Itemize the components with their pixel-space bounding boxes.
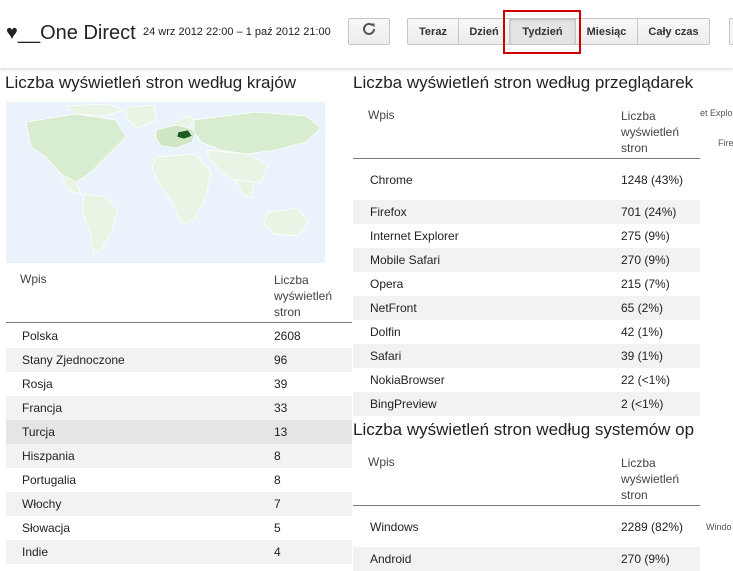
overflow-button[interactable]	[729, 18, 733, 45]
row-label: Windows	[370, 520, 419, 534]
row-value: 7	[274, 492, 352, 516]
range-month-button[interactable]: Miesiąc	[575, 18, 638, 45]
row-value: 2608	[274, 329, 301, 343]
table-row[interactable]: Opera 215 (7%)	[353, 272, 700, 296]
world-map[interactable]	[6, 102, 325, 263]
row-label: BingPreview	[353, 392, 621, 416]
column-header-entry[interactable]: Wpis	[353, 455, 621, 505]
table-row[interactable]: Stany Zjednoczone 96	[6, 348, 352, 372]
column-header-views[interactable]: Liczba wyświetleń stron	[621, 108, 700, 158]
table-row[interactable]: Internet Explorer 275 (9%)	[353, 224, 700, 248]
row-value: 701 (24%)	[621, 200, 700, 224]
table-row[interactable]: Chrome 1248 (43%)	[353, 160, 700, 200]
refresh-icon	[361, 21, 377, 42]
row-label: Safari	[353, 344, 621, 368]
table-row[interactable]: Safari 39 (1%)	[353, 344, 700, 368]
date-range: 24 wrz 2012 22:00 – 1 paź 2012 21:00	[143, 26, 331, 38]
row-value: 33	[274, 396, 352, 420]
row-value: 2289 (82%)	[621, 520, 684, 534]
row-label: Turcja	[6, 420, 274, 444]
browsers-table: Wpis Liczba wyświetleń stron Chrome 1248 …	[353, 108, 700, 416]
row-value: 2 (<1%)	[621, 392, 700, 416]
row-value: 13	[274, 420, 352, 444]
table-row[interactable]: Dolfin 42 (1%)	[353, 320, 700, 344]
row-value: 270 (9%)	[621, 547, 700, 571]
table-row[interactable]: Android 270 (9%)	[353, 547, 700, 571]
table-row[interactable]: Indie 4	[6, 540, 352, 564]
range-now-button[interactable]: Teraz	[407, 18, 459, 45]
browsers-pie-label-ie: et Explo	[700, 108, 733, 118]
row-label: Rosja	[22, 377, 53, 391]
table-row[interactable]: Turcja 13	[6, 420, 352, 444]
row-value: 1248 (43%)	[621, 173, 684, 187]
row-label: Hiszpania	[6, 444, 274, 468]
row-label: Indie	[6, 540, 274, 564]
table-row[interactable]: Hiszpania 8	[6, 444, 352, 468]
row-label: Włochy	[6, 492, 274, 516]
browsers-title: Liczba wyświetleń stron według przegląda…	[353, 73, 694, 92]
browsers-pie-label-firefox: Fire	[718, 138, 733, 148]
row-label: Portugalia	[22, 473, 77, 487]
row-label: Dolfin	[370, 325, 401, 339]
row-label: NetFront	[353, 296, 621, 320]
column-header-views[interactable]: Liczba wyświetleń stron	[621, 455, 700, 505]
range-week-button[interactable]: Tydzień	[509, 18, 576, 45]
row-value: 39	[274, 377, 288, 391]
table-row[interactable]: Firefox 701 (24%)	[353, 200, 700, 224]
row-label: NokiaBrowser	[370, 373, 445, 387]
row-value: 275 (9%)	[621, 229, 670, 243]
os-title: Liczba wyświetleń stron według systemów …	[353, 420, 695, 439]
row-value: 8	[274, 444, 352, 468]
row-label: Firefox	[353, 200, 621, 224]
row-label: Stany Zjednoczone	[6, 348, 274, 372]
table-row[interactable]: Rosja 39	[6, 372, 352, 396]
os-table: Wpis Liczba wyświetleń stron Windows 2289…	[353, 455, 700, 571]
os-pie-label-windows: Windo	[706, 522, 732, 532]
table-row[interactable]: Portugalia 8	[6, 468, 352, 492]
column-header-entry[interactable]: Wpis	[6, 270, 274, 322]
countries-title: Liczba wyświetleń stron według krajów	[5, 73, 297, 92]
range-day-button[interactable]: Dzień	[458, 18, 510, 45]
range-all-time-button[interactable]: Cały czas	[637, 18, 710, 45]
table-row[interactable]: Słowacja 5	[6, 516, 352, 540]
row-label: Chrome	[370, 173, 413, 187]
blog-title[interactable]: ♥__One Direct	[6, 22, 136, 45]
row-value: 4	[274, 540, 352, 564]
table-row[interactable]: Włochy 7	[6, 492, 352, 516]
row-label: Mobile Safari	[353, 248, 621, 272]
table-row[interactable]: NokiaBrowser 22 (<1%)	[353, 368, 700, 392]
table-row[interactable]: Windows 2289 (82%)	[353, 507, 700, 547]
table-row[interactable]: NetFront 65 (2%)	[353, 296, 700, 320]
column-header-entry[interactable]: Wpis	[353, 108, 621, 158]
row-value: 39 (1%)	[621, 344, 700, 368]
row-label: Polska	[22, 329, 59, 343]
table-row[interactable]: Francja 33	[6, 396, 352, 420]
row-label: Francja	[6, 396, 274, 420]
row-value: 270 (9%)	[621, 248, 700, 272]
row-label: Internet Explorer	[370, 229, 459, 243]
table-row[interactable]: Mobile Safari 270 (9%)	[353, 248, 700, 272]
row-value: 65 (2%)	[621, 296, 700, 320]
table-row[interactable]: BingPreview 2 (<1%)	[353, 392, 700, 416]
column-header-views[interactable]: Liczba wyświetleń stron	[274, 270, 352, 322]
row-value: 96	[274, 348, 352, 372]
row-value: 8	[274, 473, 281, 487]
row-value: 42 (1%)	[621, 325, 664, 339]
row-value: 22 (<1%)	[621, 373, 671, 387]
refresh-button[interactable]	[348, 18, 390, 45]
row-label: Opera	[370, 277, 404, 291]
row-label: Słowacja	[22, 521, 71, 535]
row-label: Android	[353, 547, 621, 571]
row-value: 215 (7%)	[621, 277, 670, 291]
countries-table: Wpis Liczba wyświetleń stron Polska 2608 …	[6, 270, 352, 564]
table-row[interactable]: Polska 2608	[6, 324, 352, 348]
top-bar: ♥__One Direct 24 wrz 2012 22:00 – 1 paź …	[0, 0, 733, 68]
row-value: 5	[274, 521, 281, 535]
